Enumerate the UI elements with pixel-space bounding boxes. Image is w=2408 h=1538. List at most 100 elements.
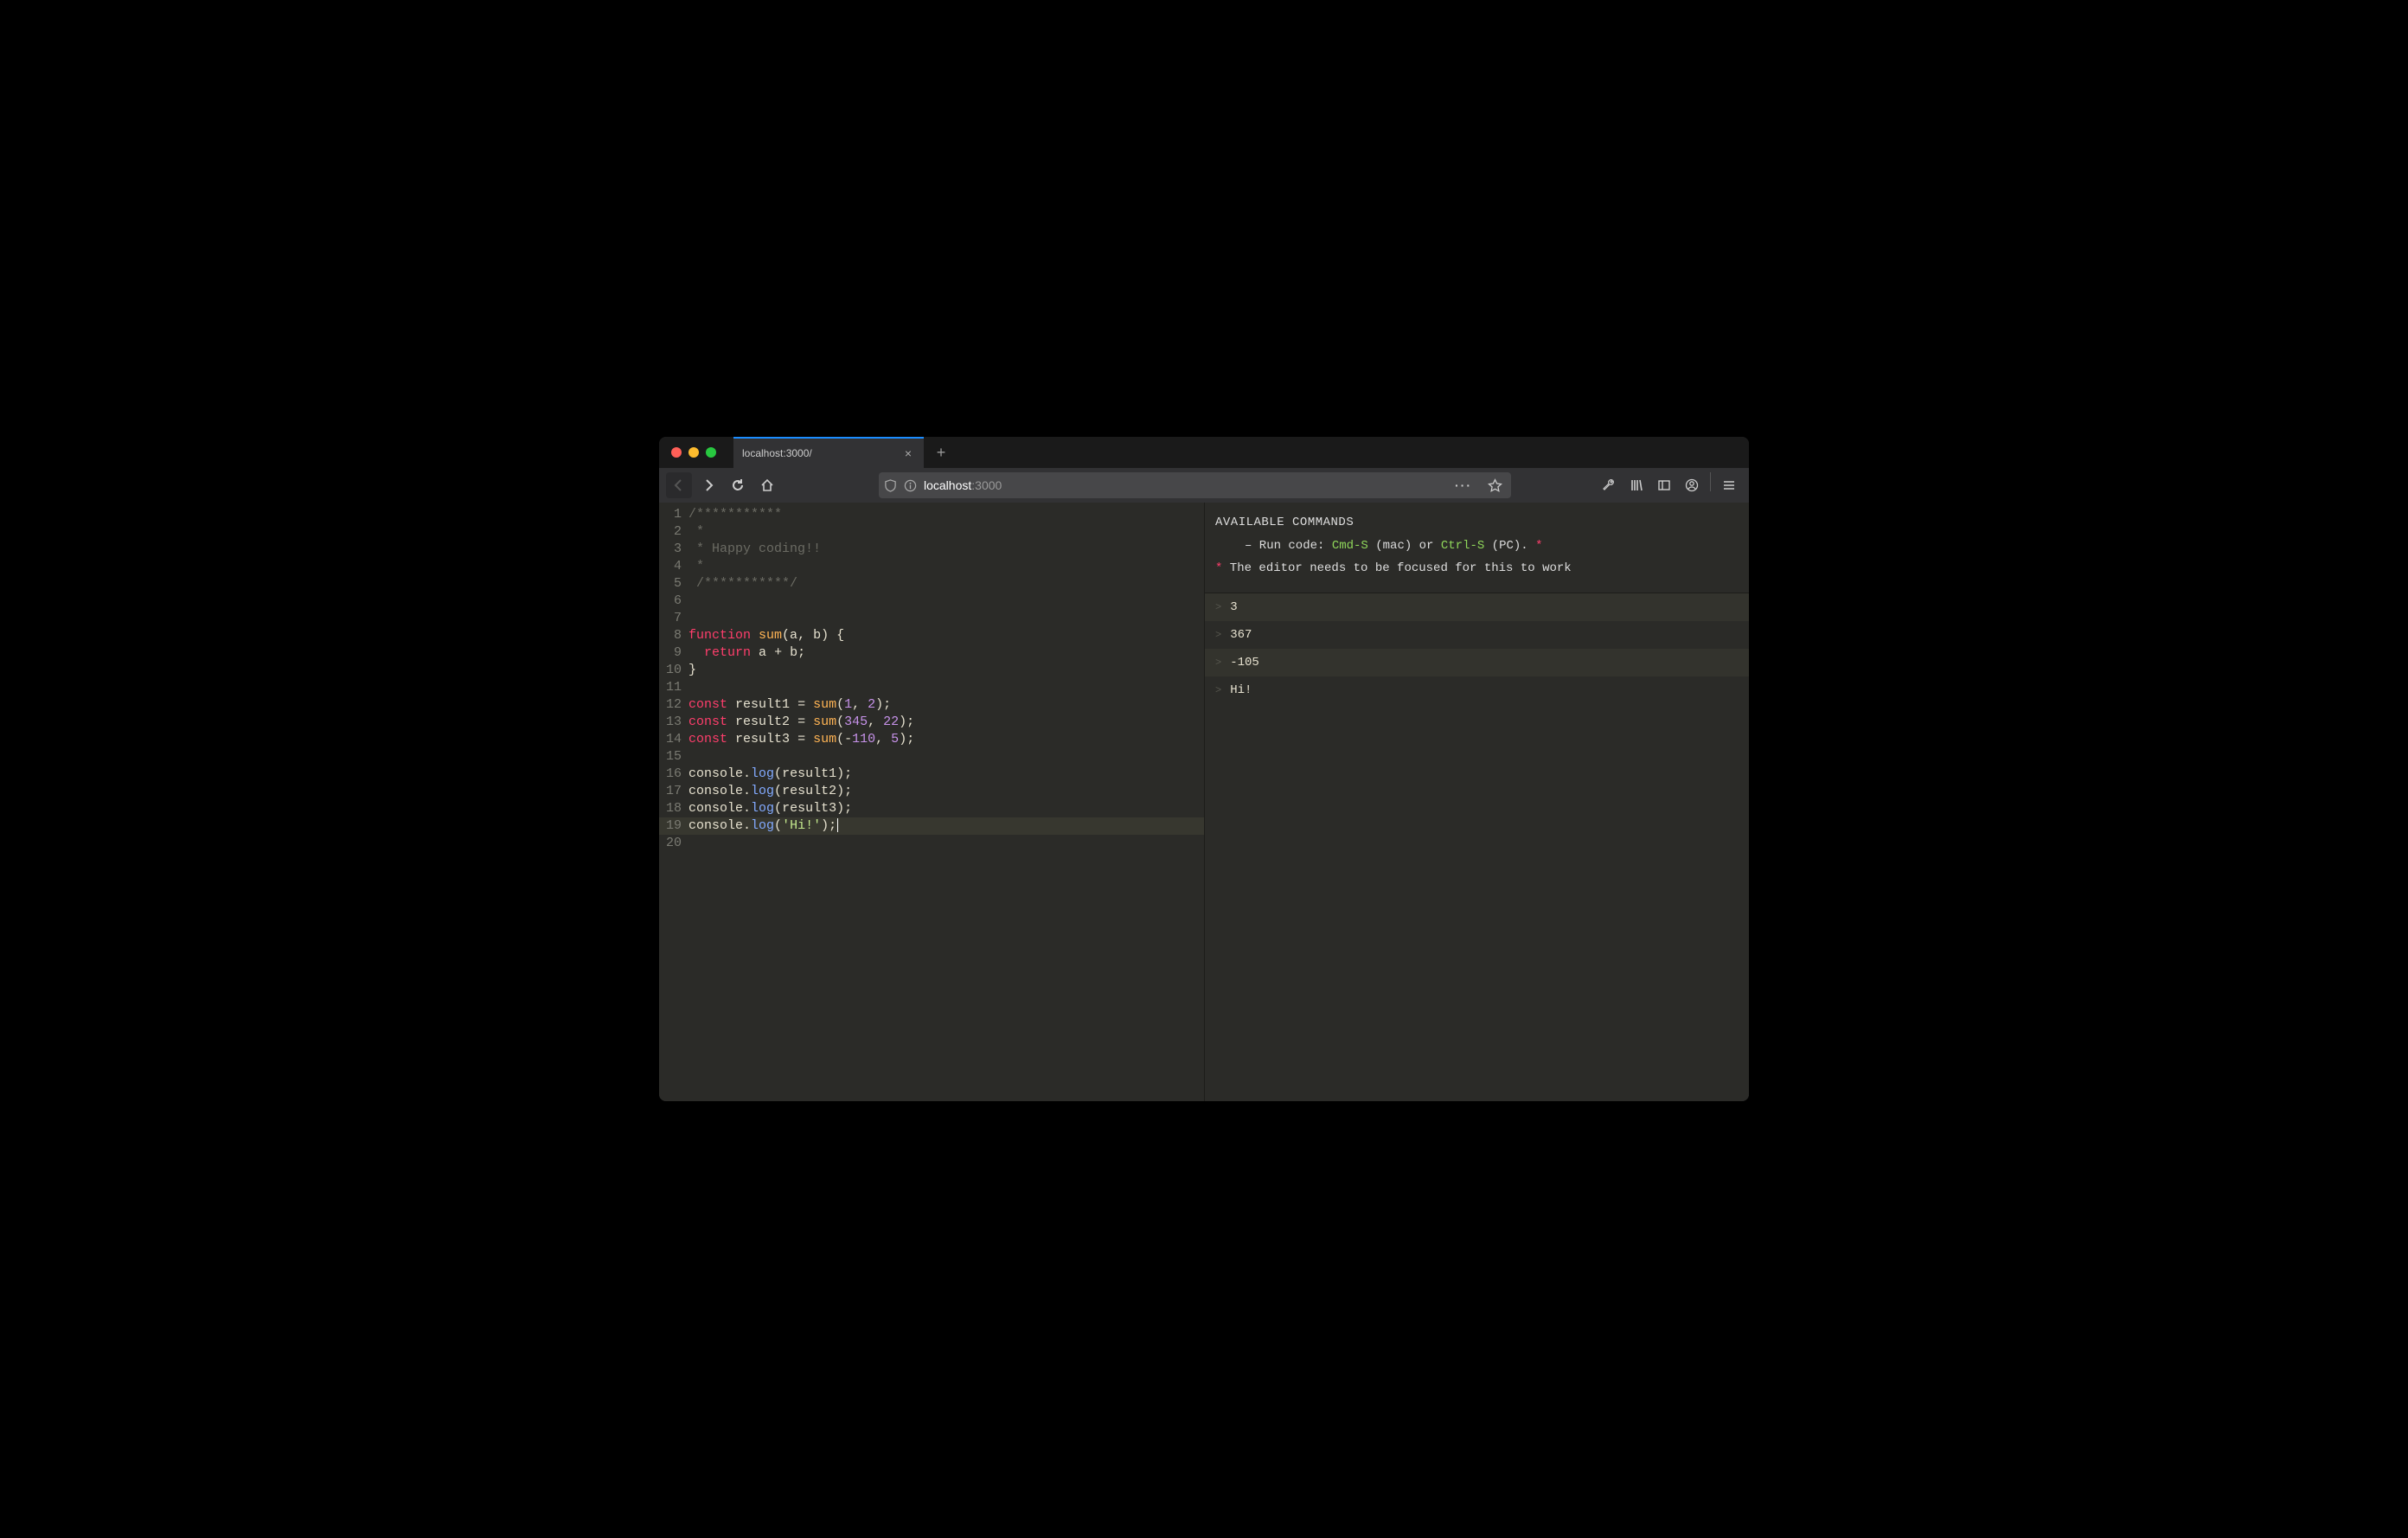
back-button[interactable] (666, 472, 692, 498)
cursor (837, 818, 838, 832)
library-icon (1630, 478, 1643, 492)
console-row: >3 (1205, 593, 1749, 621)
line-number: 2 (659, 523, 688, 541)
wrench-icon (1602, 478, 1616, 492)
code-content: console.log(result1); (688, 766, 852, 783)
arrow-left-icon (672, 478, 686, 492)
code-line[interactable]: 8function sum(a, b) { (659, 627, 1204, 644)
code-line[interactable]: 12const result1 = sum(1, 2); (659, 696, 1204, 714)
info-icon (904, 479, 917, 492)
code-editor[interactable]: 1/***********2 *3 * Happy coding!!4 *5 /… (659, 503, 1204, 1101)
console-row: > Hi! (1205, 676, 1749, 704)
console-value: 367 (1230, 628, 1252, 642)
line-number: 8 (659, 627, 688, 644)
code-line[interactable]: 13const result2 = sum(345, 22); (659, 714, 1204, 731)
bookmark-button[interactable] (1484, 478, 1506, 493)
divider (1710, 472, 1711, 491)
page-actions-button[interactable]: ··· (1450, 478, 1477, 492)
line-number: 17 (659, 783, 688, 800)
code-content: function sum(a, b) { (688, 627, 844, 644)
help-note: * The editor needs to be focused for thi… (1215, 557, 1739, 580)
code-content: /*********** (688, 506, 782, 523)
code-line[interactable]: 7 (659, 610, 1204, 627)
line-number: 11 (659, 679, 688, 696)
close-window-button[interactable] (671, 447, 682, 458)
console-panel: AVAILABLE COMMANDS – Run code: Cmd-S (ma… (1204, 503, 1749, 1101)
code-line[interactable]: 6 (659, 593, 1204, 610)
console-value: -105 (1230, 656, 1259, 670)
sidebar-button[interactable] (1651, 472, 1677, 498)
code-content: * (688, 523, 704, 541)
chevron-right-icon: > (1215, 601, 1221, 613)
code-line[interactable]: 9 return a + b; (659, 644, 1204, 662)
forward-button[interactable] (695, 472, 721, 498)
console-row: >367 (1205, 621, 1749, 649)
code-content: * Happy coding!! (688, 541, 821, 558)
code-line[interactable]: 1/*********** (659, 506, 1204, 523)
code-line[interactable]: 20 (659, 835, 1204, 852)
library-button[interactable] (1623, 472, 1649, 498)
code-line[interactable]: 3 * Happy coding!! (659, 541, 1204, 558)
shield-icon (884, 479, 897, 492)
code-content: console.log(result3); (688, 800, 852, 817)
code-line[interactable]: 14const result3 = sum(-110, 5); (659, 731, 1204, 748)
line-number: 1 (659, 506, 688, 523)
help-title: AVAILABLE COMMANDS (1215, 511, 1739, 535)
reload-button[interactable] (725, 472, 751, 498)
page-content: 1/***********2 *3 * Happy coding!!4 *5 /… (659, 503, 1749, 1101)
home-button[interactable] (754, 472, 780, 498)
code-line[interactable]: 11 (659, 679, 1204, 696)
code-line[interactable]: 18console.log(result3); (659, 800, 1204, 817)
code-line[interactable]: 2 * (659, 523, 1204, 541)
account-button[interactable] (1679, 472, 1705, 498)
hamburger-icon (1722, 478, 1736, 492)
kbd-pc: Ctrl-S (1441, 539, 1484, 553)
star-icon (1488, 478, 1502, 493)
reload-icon (731, 478, 745, 492)
code-line[interactable]: 19console.log('Hi!'); (659, 817, 1204, 835)
console-row: >-105 (1205, 649, 1749, 676)
chevron-right-icon: > (1215, 684, 1221, 696)
code-line[interactable]: 16console.log(result1); (659, 766, 1204, 783)
line-number: 19 (659, 817, 688, 835)
line-number: 14 (659, 731, 688, 748)
asterisk-icon: * (1535, 539, 1542, 553)
code-line[interactable]: 5 /***********/ (659, 575, 1204, 593)
url-bar[interactable]: localhost:3000 ··· (879, 472, 1511, 498)
devtools-button[interactable] (1596, 472, 1622, 498)
tab-title: localhost:3000/ (742, 447, 901, 459)
browser-tab[interactable]: localhost:3000/ × (733, 437, 924, 468)
code-line[interactable]: 15 (659, 748, 1204, 766)
code-content: /***********/ (688, 575, 797, 593)
menu-button[interactable] (1716, 472, 1742, 498)
maximize-window-button[interactable] (706, 447, 716, 458)
line-number: 5 (659, 575, 688, 593)
account-icon (1685, 478, 1699, 492)
code-content: const result3 = sum(-110, 5); (688, 731, 914, 748)
help-panel: AVAILABLE COMMANDS – Run code: Cmd-S (ma… (1205, 503, 1749, 593)
line-number: 20 (659, 835, 688, 852)
console-output: >3>367>-105>Hi! (1205, 593, 1749, 704)
line-number: 6 (659, 593, 688, 610)
code-line[interactable]: 10} (659, 662, 1204, 679)
chevron-right-icon: > (1215, 629, 1221, 641)
new-tab-button[interactable]: + (929, 440, 953, 465)
kbd-mac: Cmd-S (1332, 539, 1368, 553)
close-tab-button[interactable]: × (901, 446, 915, 460)
code-line[interactable]: 17console.log(result2); (659, 783, 1204, 800)
url-text: localhost:3000 (924, 478, 1002, 492)
window-controls (659, 447, 733, 458)
line-number: 18 (659, 800, 688, 817)
line-number: 15 (659, 748, 688, 766)
console-value: 3 (1230, 600, 1237, 614)
code-line[interactable]: 4 * (659, 558, 1204, 575)
code-content: console.log('Hi!'); (688, 817, 838, 835)
code-content: return a + b; (688, 644, 805, 662)
line-number: 12 (659, 696, 688, 714)
home-icon (760, 478, 774, 492)
minimize-window-button[interactable] (688, 447, 699, 458)
help-run-line: – Run code: Cmd-S (mac) or Ctrl-S (PC). … (1215, 535, 1739, 558)
console-value: Hi! (1230, 683, 1252, 697)
line-number: 9 (659, 644, 688, 662)
line-number: 13 (659, 714, 688, 731)
